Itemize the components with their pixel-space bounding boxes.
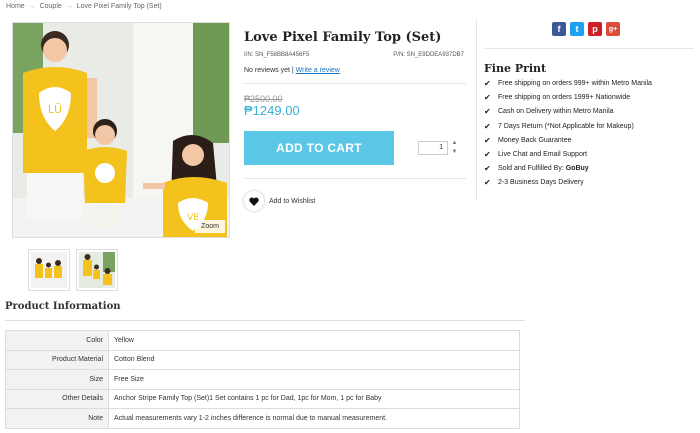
- thumbnail-image: [31, 252, 67, 288]
- main-product-image[interactable]: LŪ VE Zoom: [12, 22, 230, 238]
- divider: [484, 48, 694, 49]
- spec-key: Other Details: [5, 388, 109, 409]
- spec-key: Note: [5, 408, 109, 429]
- quantity-input[interactable]: 1: [418, 141, 448, 155]
- reviews-row: No reviews yet | Write a review: [244, 67, 340, 74]
- decrement-icon[interactable]: ▼: [450, 148, 459, 157]
- product-spec-table: Color Yellow Product Material Cotton Ble…: [5, 330, 520, 429]
- product-information-title: Product Information: [5, 301, 121, 312]
- spec-value: Cotton Blend: [108, 349, 520, 370]
- fine-print-item: ✔ Free shipping on orders 1999+ Nationwid…: [484, 91, 652, 105]
- breadcrumb-home[interactable]: Home: [6, 3, 25, 10]
- table-row: Size Free Size: [5, 369, 520, 390]
- sku-row: I/N: SN_F58BB8A456F5 P/N: SN_E9DDEA937DB…: [244, 52, 464, 58]
- spec-value: Anchor Stripe Family Top (Set)1 Set cont…: [108, 388, 520, 409]
- fine-print-item: ✔ 7 Days Return (*Not Applicable for Make…: [484, 120, 652, 134]
- fine-print-item: ✔ 2-3 Business Days Delivery: [484, 176, 652, 190]
- part-number: P/N: SN_E9DDEA937DB7: [393, 52, 464, 58]
- fine-print-title: Fine Print: [484, 62, 547, 75]
- heart-icon: [244, 191, 264, 211]
- breadcrumb-current: Love Pixel Family Top (Set): [76, 3, 162, 10]
- product-title: Love Pixel Family Top (Set): [244, 30, 442, 45]
- fine-print-item: ✔ Sold and Fulfilled By: GoBuy: [484, 162, 652, 176]
- google-plus-icon[interactable]: g+: [606, 22, 620, 36]
- fine-print-item: ✔ Live Chat and Email Support: [484, 148, 652, 162]
- write-review-link[interactable]: Write a review: [296, 67, 340, 74]
- check-icon: ✔: [484, 135, 491, 145]
- twitter-icon[interactable]: t: [570, 22, 584, 36]
- spec-value: Actual measurements vary 1-2 inches diff…: [108, 408, 520, 429]
- check-icon: ✔: [484, 149, 491, 159]
- table-row: Note Actual measurements vary 1-2 inches…: [5, 408, 520, 429]
- zoom-button[interactable]: Zoom: [195, 220, 225, 233]
- spec-key: Product Material: [5, 349, 109, 370]
- social-share: f t p g+: [552, 22, 620, 36]
- breadcrumb-separator: →: [65, 3, 73, 10]
- shirt-text-left: LŪ: [48, 103, 62, 116]
- thumbnail-image: [79, 252, 115, 288]
- spec-key: Size: [5, 369, 109, 390]
- fine-print-item: ✔ Free shipping on orders 999+ within Met…: [484, 77, 652, 91]
- check-icon: ✔: [484, 93, 491, 103]
- pinterest-icon[interactable]: p: [588, 22, 602, 36]
- add-to-cart-button[interactable]: ADD TO CART: [244, 131, 394, 165]
- wishlist-label: Add to Wishlist: [269, 197, 316, 205]
- fine-print-item: ✔ Cash on Delivery within Metro Manila: [484, 105, 652, 119]
- increment-icon[interactable]: ▲: [450, 139, 459, 148]
- check-icon: ✔: [484, 164, 491, 174]
- no-reviews-text: No reviews yet: [244, 67, 290, 74]
- fine-print-list: ✔ Free shipping on orders 999+ within Met…: [484, 77, 652, 191]
- table-row: Color Yellow: [5, 330, 520, 351]
- column-divider: [476, 20, 477, 200]
- breadcrumb: Home → Couple → Love Pixel Family Top (S…: [6, 3, 162, 10]
- seller-name: GoBuy: [565, 165, 589, 173]
- table-row: Other Details Anchor Stripe Family Top (…: [5, 388, 520, 409]
- check-icon: ✔: [484, 121, 491, 131]
- divider: [5, 320, 525, 321]
- thumbnail-1[interactable]: [28, 249, 70, 291]
- check-icon: ✔: [484, 107, 491, 117]
- product-photo: LŪ VE: [13, 23, 229, 237]
- review-separator: |: [291, 67, 294, 74]
- spec-value: Yellow: [108, 330, 520, 351]
- divider: [244, 178, 466, 179]
- spec-value: Free Size: [108, 369, 520, 390]
- fine-print-item: ✔ Money Back Guarantee: [484, 134, 652, 148]
- quantity-stepper: ▲ ▼: [450, 139, 460, 157]
- spec-key: Color: [5, 330, 109, 351]
- check-icon: ✔: [484, 79, 491, 88]
- table-row: Product Material Cotton Blend: [5, 349, 520, 370]
- add-to-wishlist[interactable]: Add to Wishlist: [244, 191, 315, 211]
- sale-price: ₱1249.00: [244, 103, 300, 118]
- breadcrumb-separator: →: [28, 3, 36, 10]
- divider: [244, 83, 466, 84]
- check-icon: ✔: [484, 178, 491, 188]
- facebook-icon[interactable]: f: [552, 22, 566, 36]
- item-number: I/N: SN_F58BB8A456F5: [244, 52, 310, 58]
- thumbnail-strip: [28, 249, 118, 291]
- breadcrumb-couple[interactable]: Couple: [40, 3, 62, 10]
- thumbnail-2[interactable]: [76, 249, 118, 291]
